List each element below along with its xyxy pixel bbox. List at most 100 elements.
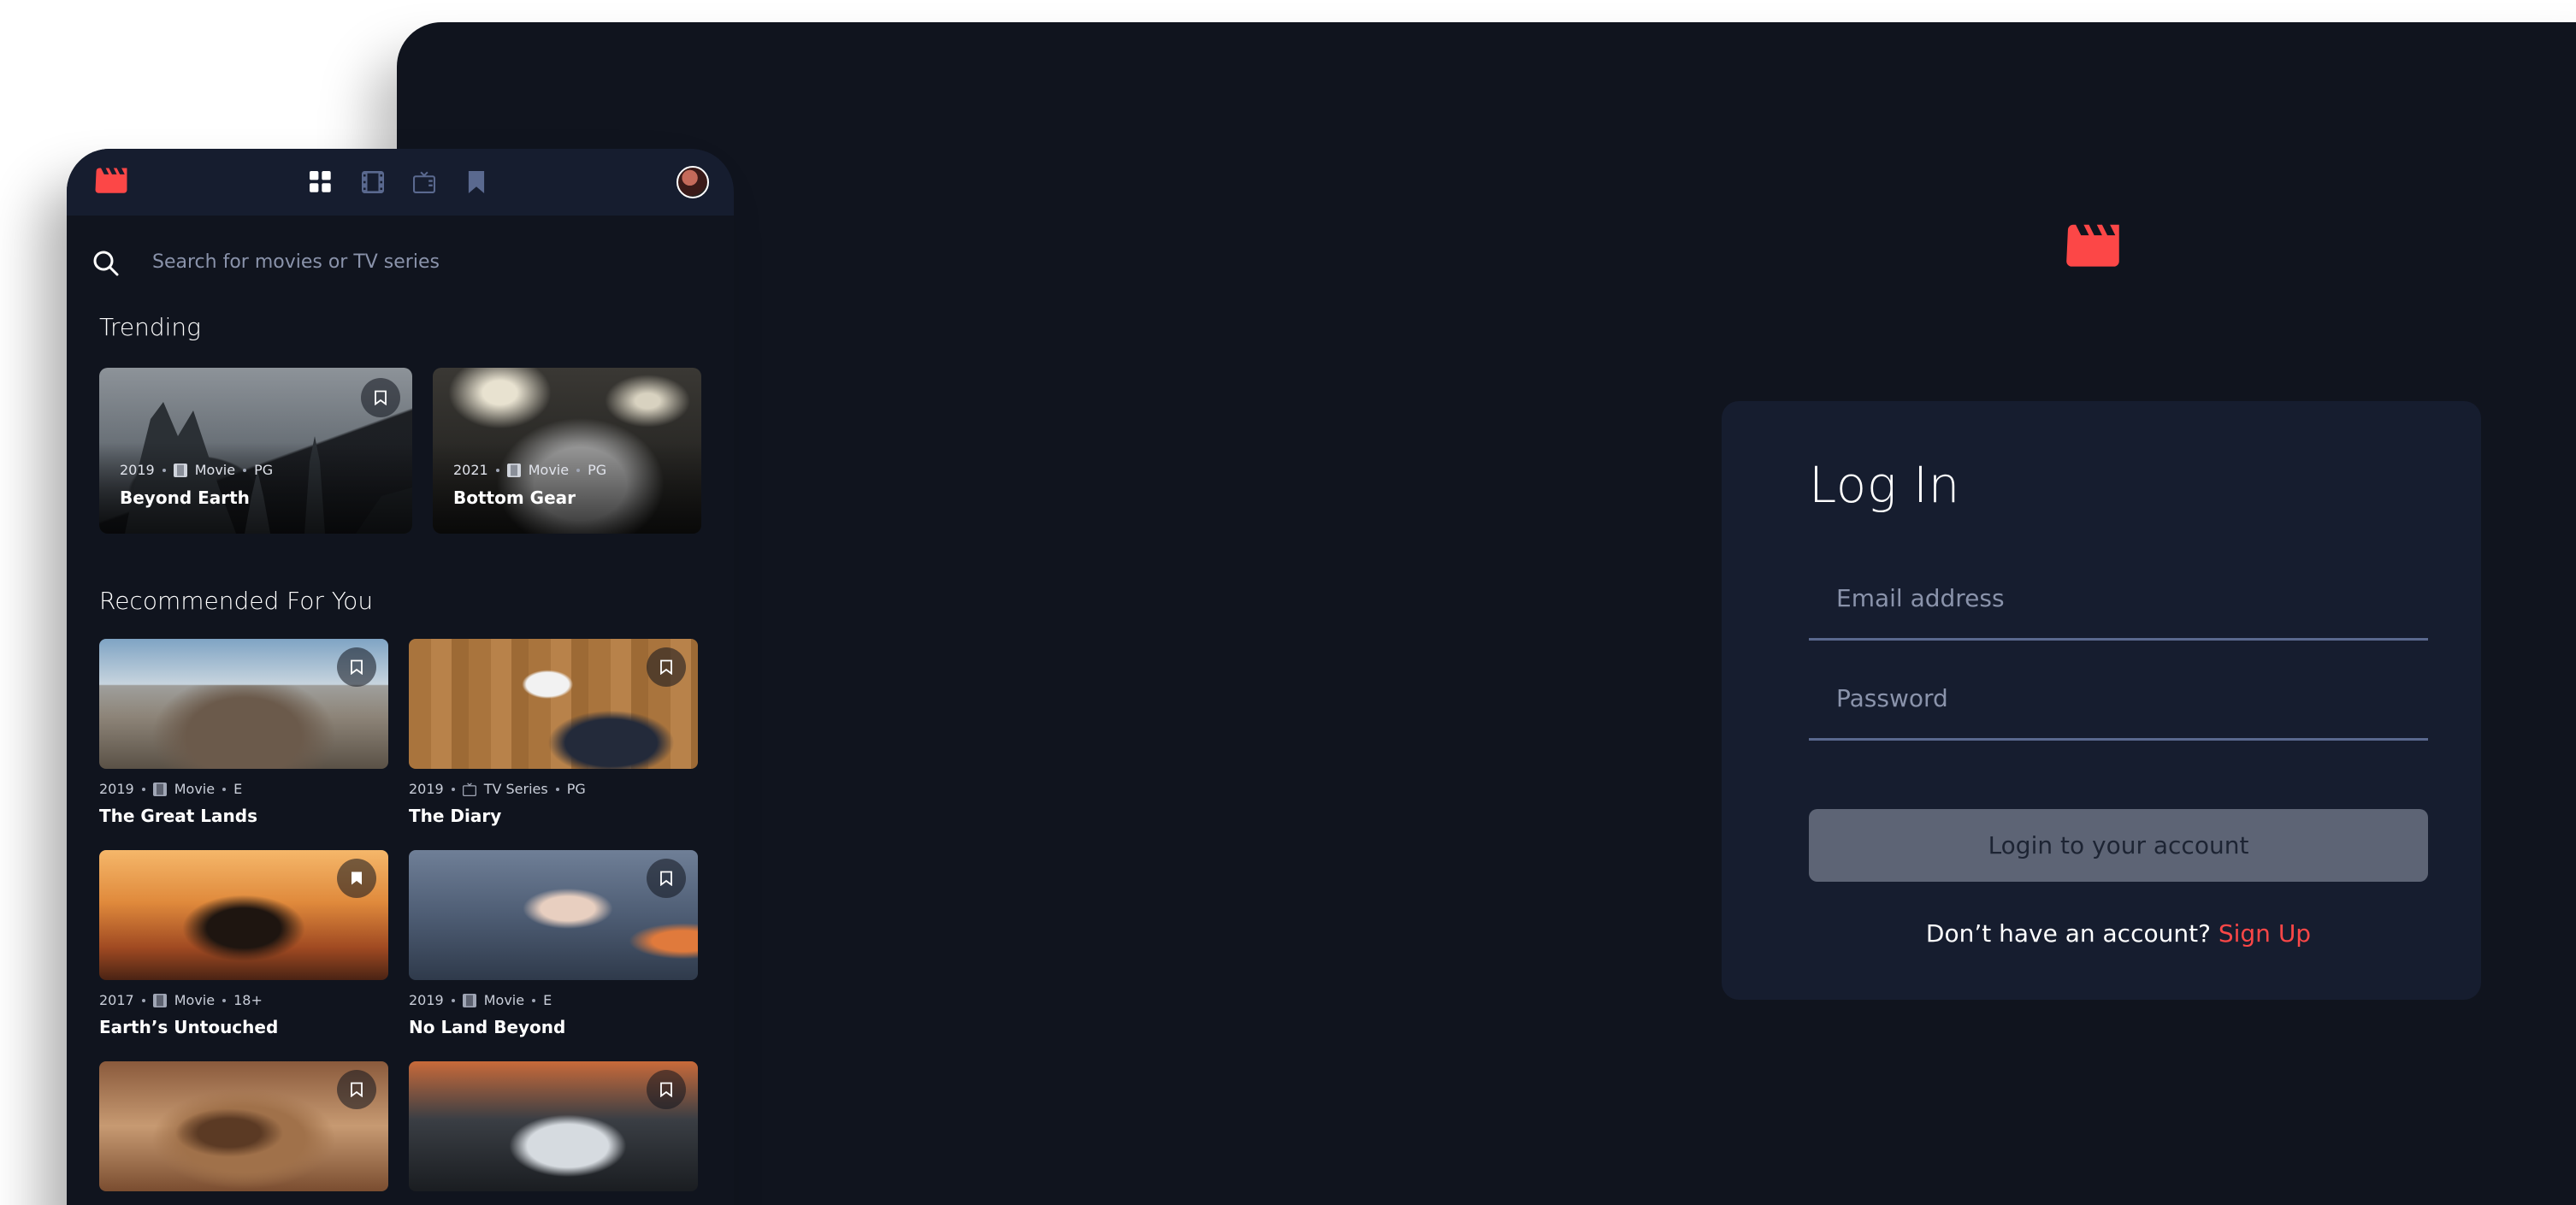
trending-title-text: Beyond Earth [120,487,250,508]
bookmark-button[interactable] [337,859,376,898]
recommended-thumbnail [409,1061,698,1191]
bookmark-button[interactable] [361,378,400,417]
category-text: Movie [528,462,570,478]
signup-prompt-text: Don’t have an account? [1925,919,2211,948]
rating-text: PG [588,462,607,478]
recommended-card[interactable] [99,1061,388,1191]
recommended-thumbnail [99,639,388,769]
film-icon [462,993,476,1007]
bookmark-icon [660,659,672,675]
bookmark-button[interactable] [647,647,686,687]
separator-dot [555,787,559,791]
password-input[interactable] [1809,659,2428,738]
film-icon [152,993,167,1007]
recommended-thumbnail [409,850,698,980]
category-text: Movie [194,462,236,478]
bookmark-icon [351,659,363,675]
year-text: 2019 [409,781,444,797]
recommended-title-text: No Land Beyond [409,1017,566,1037]
bookmark-icon [375,390,387,405]
rating-text: 18+ [233,992,263,1008]
separator-dot [451,998,455,1002]
separator-dot [222,998,227,1002]
bookmark-icon [660,1082,672,1097]
tv-icon [462,782,476,796]
separator-dot [451,787,455,791]
thumbnail-shade [433,368,701,534]
bookmark-icon [660,871,672,886]
film-icon[interactable] [362,171,384,193]
rating-text: E [233,781,243,797]
trending-meta: 2021 Movie PG [453,462,606,478]
recommended-meta: 2017 Movie 18+ [99,992,388,1008]
category-text: Movie [174,992,216,1008]
film-clapper-logo-icon[interactable] [95,168,127,193]
bookmark-icon [352,871,362,885]
recommended-card[interactable]: 2019 Movie E The Great Lands [99,639,388,826]
recommended-title-text: The Great Lands [99,806,257,826]
login-button[interactable]: Login to your account [1809,809,2428,882]
year-text: 2021 [453,462,488,478]
email-field[interactable] [1809,558,2428,641]
recommended-card[interactable]: 2019 TV Series PG The Diary [409,639,698,826]
year-text: 2017 [99,992,134,1008]
recommended-thumbnail [99,1061,388,1191]
search-bar[interactable] [92,241,708,282]
rating-text: E [543,992,552,1008]
bookmark-button[interactable] [337,647,376,687]
bookmark-icon[interactable] [465,171,487,193]
recommended-meta: 2019 TV Series PG [409,781,698,797]
film-icon [506,463,521,477]
mobile-screen: Trending 2019 Movie PG Beyond E [67,149,734,1205]
category-text: TV Series [483,781,548,797]
trending-card[interactable]: 2021 Movie PG Bottom Gear [433,368,701,534]
login-title: Log In [1809,456,1960,514]
signup-link[interactable]: Sign Up [2219,919,2311,948]
signup-prompt: Don’t have an account? Sign Up [1722,919,2515,948]
grid-home-icon[interactable] [310,171,332,193]
separator-dot [495,468,499,472]
search-input[interactable] [152,241,700,282]
trending-title-text: Bottom Gear [453,487,576,508]
year-text: 2019 [99,781,134,797]
rating-text: PG [254,462,274,478]
trending-card[interactable]: 2019 Movie PG Beyond Earth [99,368,412,534]
separator-dot [532,998,536,1002]
recommended-meta: 2019 Movie E [99,781,388,797]
recommended-card[interactable]: 2019 Movie E No Land Beyond [409,850,698,1037]
canvas: Log In Login to your account Don’t have … [0,0,2576,1205]
navbar [67,149,734,216]
rating-text: PG [566,781,586,797]
recommended-card[interactable] [409,1061,698,1191]
recommended-title-text: Earth’s Untouched [99,1017,279,1037]
bookmark-button[interactable] [647,859,686,898]
recommended-card[interactable]: 2017 Movie 18+ Earth’s Untouched [99,850,388,1037]
separator-dot [576,468,581,472]
password-field[interactable] [1809,659,2428,741]
recommended-meta: 2019 Movie E [409,992,698,1008]
login-card: Log In Login to your account Don’t have … [1722,401,2481,1000]
recommended-thumbnail [409,639,698,769]
recommended-heading: Recommended For You [99,587,374,615]
avatar[interactable] [676,166,709,198]
film-icon [152,782,167,796]
bookmark-icon [351,1082,363,1097]
trending-meta: 2019 Movie PG [120,462,273,478]
film-clapper-logo-icon [2066,224,2119,267]
tv-icon[interactable] [413,171,435,193]
bookmark-button[interactable] [647,1070,686,1109]
search-icon [93,251,119,276]
separator-dot [243,468,247,472]
separator-dot [141,787,145,791]
recommended-thumbnail [99,850,388,980]
email-input[interactable] [1809,558,2428,638]
separator-dot [222,787,227,791]
category-text: Movie [174,781,216,797]
year-text: 2019 [120,462,155,478]
separator-dot [141,998,145,1002]
year-text: 2019 [409,992,444,1008]
film-icon [173,463,187,477]
category-text: Movie [483,992,525,1008]
trending-heading: Trending [99,313,201,341]
bookmark-button[interactable] [337,1070,376,1109]
